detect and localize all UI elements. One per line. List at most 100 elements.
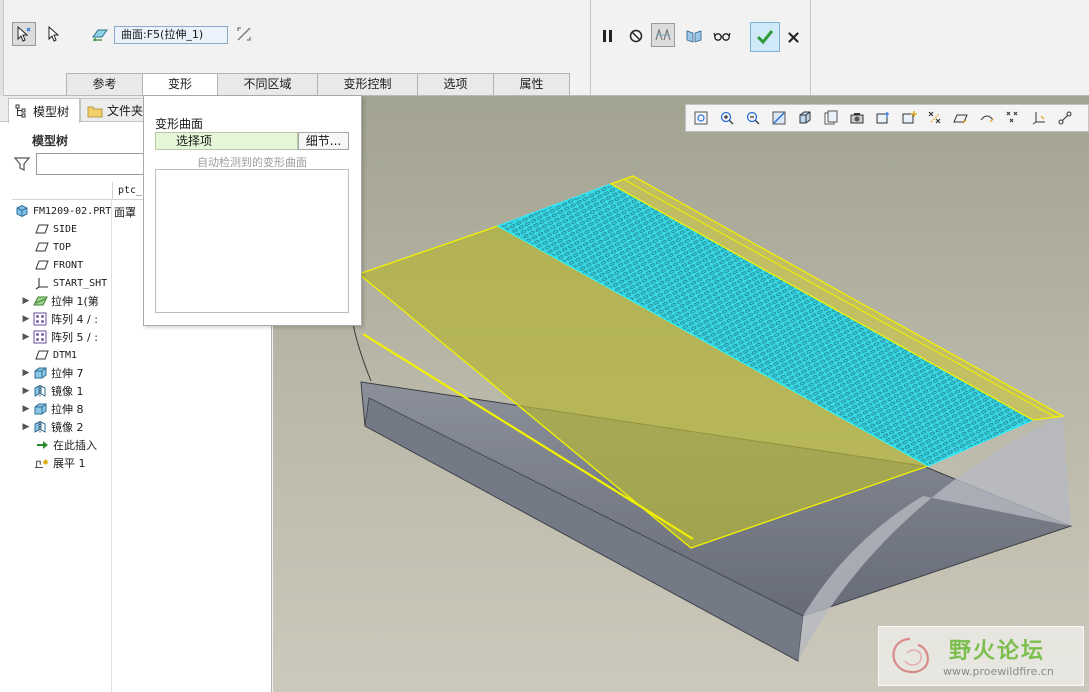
tree-item-side[interactable]: SIDE [34, 220, 77, 238]
pick-button[interactable] [42, 22, 66, 46]
zoom-out-button[interactable] [742, 107, 764, 129]
tree-item-insert-here[interactable]: 在此插入 [34, 436, 97, 454]
detached-preview-button[interactable] [682, 24, 706, 48]
deform-surface-collector[interactable]: 选择项 [155, 132, 298, 150]
zoom-in-button[interactable] [716, 107, 738, 129]
tab-distinct-regions[interactable]: 不同区域 [218, 73, 318, 95]
repaint-button[interactable] [768, 107, 790, 129]
tree-search-input[interactable] [36, 153, 146, 175]
column-divider [111, 200, 112, 692]
tab-model-tree[interactable]: 模型树 [8, 98, 80, 123]
deform-surface-title: 变形曲面 [155, 117, 204, 131]
tree-item-dtm1[interactable]: DTM1 [34, 346, 77, 364]
display-style-button[interactable] [794, 107, 816, 129]
tree-item-extrude-8[interactable]: ▶ 拉伸 8 [20, 400, 84, 418]
pattern-icon [33, 312, 47, 326]
refit-icon [694, 111, 708, 125]
close-icon [787, 31, 799, 43]
tree-item-csys[interactable]: START_SHT [34, 274, 107, 292]
expand-arrow-icon[interactable]: ▶ [20, 332, 32, 342]
dashboard-grip [0, 0, 4, 96]
dashboard-separator-right [810, 0, 811, 95]
tree-item-label: 镜像 1 [51, 385, 84, 398]
refit-button[interactable] [690, 107, 712, 129]
dashboard-separator [590, 0, 591, 95]
graphics-window[interactable]: 野火论坛 www.proewildfire.cn [273, 96, 1089, 692]
ok-button[interactable] [750, 22, 780, 52]
tree-item-label: DTM1 [53, 349, 78, 361]
auto-detected-list[interactable] [155, 169, 349, 313]
tab-folder[interactable]: 文件夹 [80, 98, 150, 122]
extrude-surface-icon [33, 296, 48, 306]
tree-item-label: 阵列 4 / : [51, 313, 98, 326]
csys-display-button[interactable] [1028, 107, 1050, 129]
repaint-icon [772, 111, 786, 125]
tree-item-label: 阵列 5 / : [51, 331, 98, 344]
saved-views-button[interactable] [820, 107, 842, 129]
tree-item-label: TOP [53, 241, 72, 253]
tree-item-flatten-1[interactable]: 展平 1 [34, 454, 86, 472]
mirror-icon [34, 421, 46, 433]
model-view[interactable] [273, 96, 1089, 692]
no-preview-button[interactable] [624, 24, 648, 48]
attached-preview-button[interactable] [651, 23, 675, 47]
pattern-icon [33, 330, 47, 344]
csys-display-icon [1032, 112, 1045, 125]
tab-folder-label: 文件夹 [107, 104, 144, 118]
datum-plane-icon [35, 260, 49, 270]
point-display-button[interactable] [924, 107, 946, 129]
expand-arrow-icon[interactable]: ▶ [20, 422, 32, 432]
tab-options[interactable]: 选项 [418, 73, 494, 95]
filter-icon[interactable] [14, 156, 30, 172]
coord-sys-icon [35, 278, 48, 290]
tree-item-label: 展平 1 [53, 457, 86, 470]
datum-plane-display-button[interactable] [872, 107, 894, 129]
tree-item-label: FM1209-02.PRT [33, 205, 112, 217]
annotation-display-button[interactable] [1054, 107, 1076, 129]
point-tag-button[interactable] [1002, 107, 1024, 129]
datum-axis-display-button[interactable] [898, 107, 920, 129]
part-icon [16, 204, 28, 218]
tree-item-extrude-7[interactable]: ▶ 拉伸 7 [20, 364, 84, 382]
expand-arrow-icon[interactable]: ▶ [20, 404, 32, 414]
verify-preview-button[interactable] [710, 24, 734, 48]
tree-item-front[interactable]: FRONT [34, 256, 83, 274]
watermark-title: 野火论坛 [949, 639, 1046, 664]
select-filter-button[interactable] [12, 22, 36, 46]
axis-tag-button[interactable] [976, 107, 998, 129]
tree-item-pattern-4[interactable]: ▶ 阵列 4 / : [20, 310, 98, 328]
expand-arrow-icon[interactable]: ▶ [20, 314, 32, 324]
tab-deform[interactable]: 变形 [143, 73, 218, 96]
tree-item-extrude-1[interactable]: ▶ 拉伸 1(第 [20, 292, 99, 310]
expand-arrow-icon[interactable]: ▶ [20, 368, 32, 378]
expand-arrow-icon[interactable]: ▶ [20, 386, 32, 396]
extrude-icon [34, 403, 47, 415]
glasses-icon [713, 32, 731, 41]
tree-item-part[interactable]: FM1209-02.PRT [14, 202, 111, 220]
camera-icon [850, 113, 864, 124]
column-header-label[interactable]: ptc_ [112, 182, 142, 200]
tree-item-mirror-1[interactable]: ▶ 镜像 1 [20, 382, 84, 400]
tree-item-pattern-5[interactable]: ▶ 阵列 5 / : [20, 328, 98, 346]
surface-collector[interactable]: 曲面:F5(拉伸_1) [114, 26, 228, 44]
saved-views-icon [824, 110, 838, 125]
expand-arrow-icon[interactable]: ▶ [20, 296, 32, 306]
tree-item-top[interactable]: TOP [34, 238, 71, 256]
tree-title: 模型树 [32, 134, 69, 148]
check-icon [756, 30, 774, 45]
flip-direction-button[interactable] [232, 22, 256, 46]
view-manager-button[interactable] [846, 107, 868, 129]
flatten-icon [34, 459, 49, 468]
details-button[interactable]: 细节... [298, 132, 349, 150]
pause-button[interactable] [596, 24, 620, 48]
no-preview-icon [629, 29, 643, 43]
tab-properties[interactable]: 属性 [494, 73, 570, 95]
arrow-select-icon [17, 25, 31, 42]
cancel-button[interactable] [782, 26, 804, 48]
tab-deform-control[interactable]: 变形控制 [318, 73, 418, 95]
surface-type-button[interactable] [88, 22, 112, 46]
tree-item-mirror-2[interactable]: ▶ 镜像 2 [20, 418, 84, 436]
deform-panel: 变形曲面 选择项 细节... 自动检测到的变形曲面 [143, 95, 362, 326]
plane-tag-button[interactable] [950, 107, 972, 129]
tab-references[interactable]: 参考 [66, 73, 143, 95]
